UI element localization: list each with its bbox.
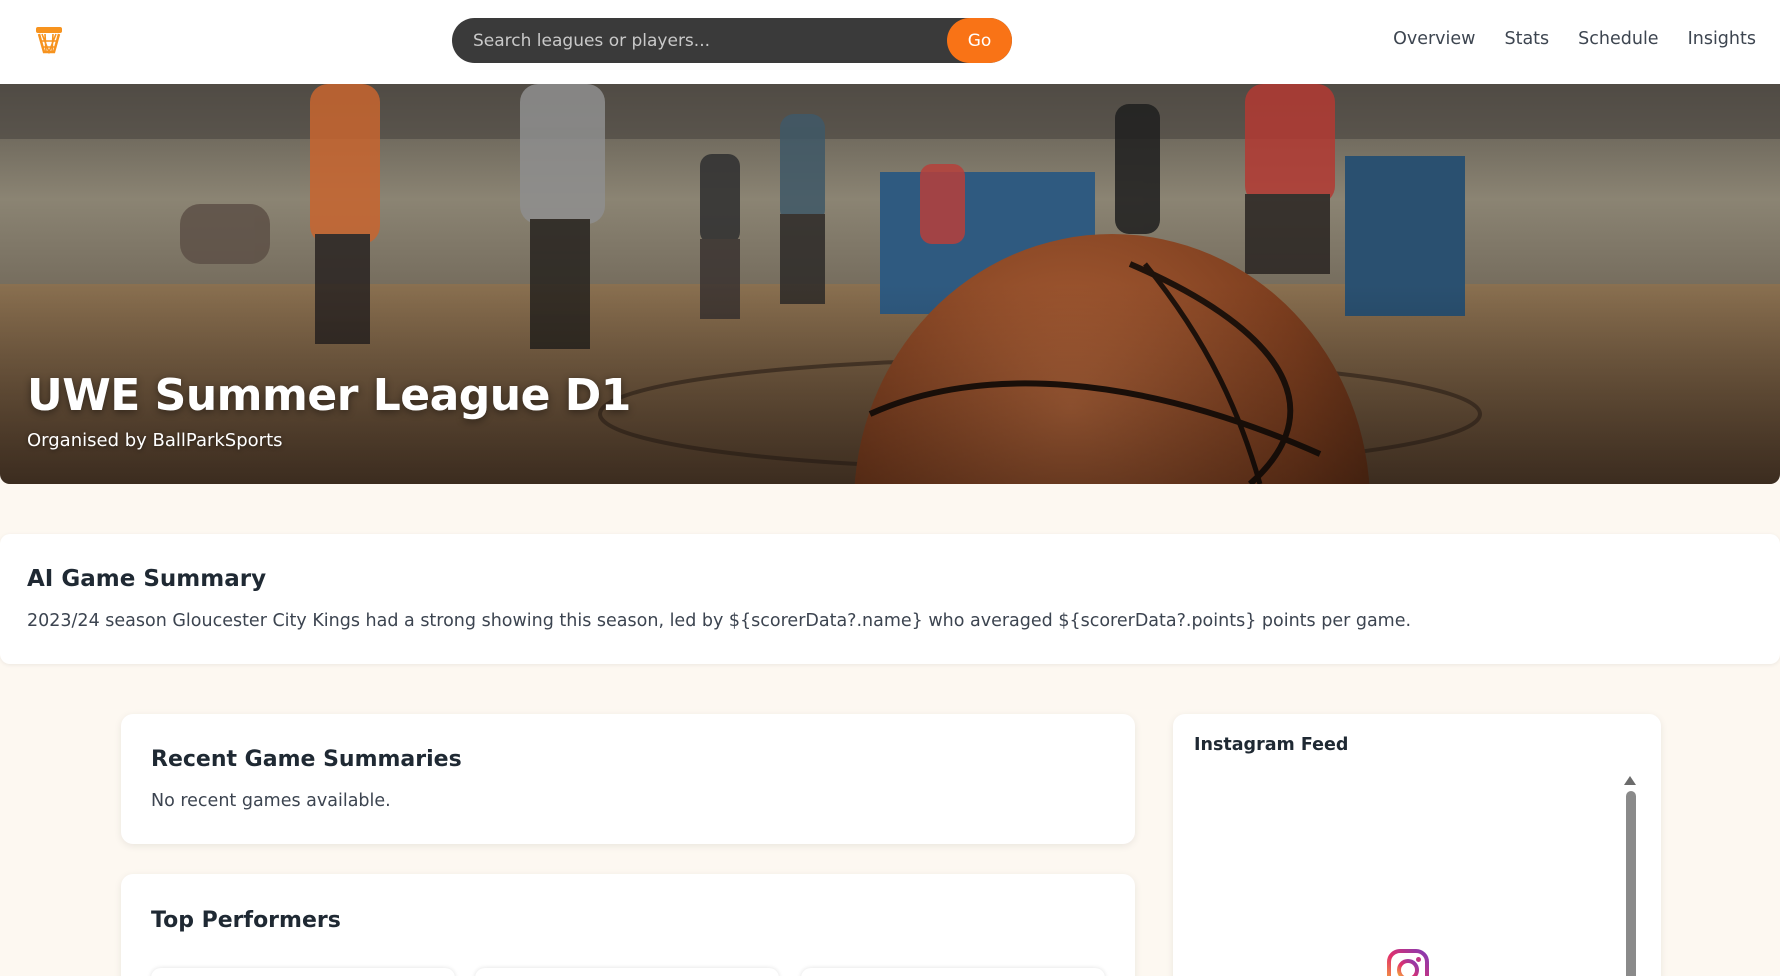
recent-games-card: Recent Game Summaries No recent games av… [121, 714, 1135, 844]
search-input[interactable] [452, 18, 947, 63]
performer-card[interactable] [151, 968, 455, 976]
performer-card[interactable] [475, 968, 779, 976]
basketball-court-photo [0, 84, 1780, 484]
search-bar: Go [452, 18, 1012, 63]
top-navbar: Go Overview Stats Schedule Insights [0, 0, 1780, 84]
top-performers-title: Top Performers [151, 908, 341, 933]
ai-summary-card: AI Game Summary 2023/24 season Glouceste… [0, 534, 1780, 664]
ai-summary-title: AI Game Summary [27, 566, 267, 592]
top-performers-card: Top Performers [121, 874, 1135, 976]
league-title: UWE Summer League D1 [27, 370, 631, 421]
basketball-hoop-icon[interactable] [34, 24, 64, 56]
scroll-up-arrow-icon[interactable] [1624, 776, 1636, 785]
nav-insights[interactable]: Insights [1688, 29, 1756, 49]
league-organiser: Organised by BallParkSports [27, 430, 283, 451]
instagram-icon[interactable] [1386, 948, 1430, 976]
performer-card[interactable] [801, 968, 1105, 976]
go-button[interactable]: Go [947, 18, 1012, 63]
nav-overview[interactable]: Overview [1393, 29, 1475, 49]
main-nav: Overview Stats Schedule Insights [1393, 29, 1756, 49]
recent-games-title: Recent Game Summaries [151, 747, 462, 772]
hero-banner: UWE Summer League D1 Organised by BallPa… [0, 84, 1780, 484]
nav-schedule[interactable]: Schedule [1578, 29, 1658, 49]
nav-stats[interactable]: Stats [1504, 29, 1549, 49]
instagram-feed-card: Instagram Feed [1173, 714, 1661, 976]
ai-summary-text: 2023/24 season Gloucester City Kings had… [27, 611, 1412, 631]
scrollbar-thumb[interactable] [1626, 791, 1636, 976]
recent-games-empty: No recent games available. [151, 791, 391, 811]
instagram-feed-title: Instagram Feed [1194, 735, 1349, 755]
